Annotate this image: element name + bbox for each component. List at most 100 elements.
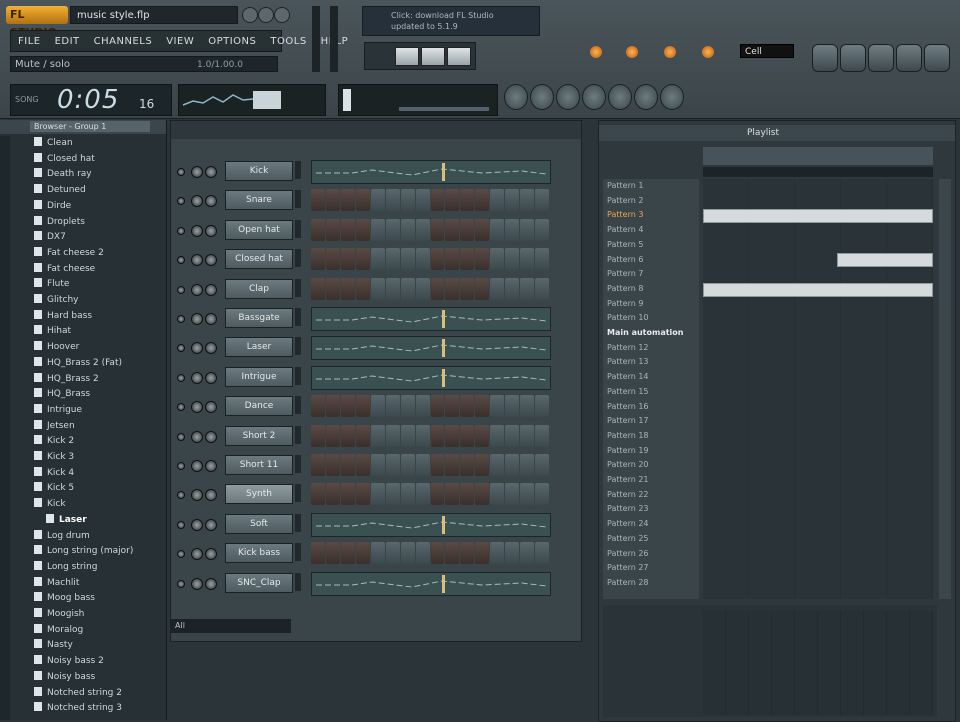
step-button[interactable] — [385, 277, 400, 300]
event-grid[interactable] — [703, 611, 933, 715]
pattern-name[interactable]: Pattern 26 — [607, 547, 649, 561]
menu-edit[interactable]: EDIT — [55, 36, 80, 47]
step-button[interactable] — [340, 218, 355, 241]
playlist-scroll-header[interactable] — [703, 147, 933, 165]
pattern-name[interactable]: Pattern 28 — [607, 576, 649, 590]
step-button[interactable] — [505, 189, 520, 212]
step-button[interactable] — [400, 395, 415, 418]
step-button[interactable] — [385, 248, 400, 271]
step-button[interactable] — [340, 248, 355, 271]
step-button[interactable] — [370, 542, 385, 565]
step-button[interactable] — [490, 542, 505, 565]
pattern-name[interactable]: Pattern 9 — [607, 297, 643, 311]
step-button[interactable] — [325, 277, 340, 300]
step-button[interactable] — [535, 277, 549, 300]
channel-mixer-track[interactable] — [295, 543, 301, 562]
step-button[interactable] — [311, 542, 325, 565]
channel-pan-knob[interactable] — [191, 401, 203, 414]
channel-pan-knob[interactable] — [191, 430, 203, 443]
channel-pan-knob[interactable] — [191, 518, 203, 531]
pattern-name[interactable]: Pattern 17 — [607, 414, 649, 428]
channel-mixer-track[interactable] — [295, 425, 301, 444]
menu-options[interactable]: OPTIONS — [208, 36, 256, 47]
step-button[interactable] — [370, 483, 385, 506]
channel-name-button[interactable]: Kick bass — [225, 543, 293, 564]
step-button[interactable] — [535, 395, 549, 418]
channel-mixer-track[interactable] — [295, 249, 301, 268]
step-button[interactable] — [400, 454, 415, 476]
step-button[interactable] — [400, 189, 415, 212]
browser-item[interactable]: Glitchy — [34, 293, 78, 308]
step-button[interactable] — [355, 248, 370, 271]
channel-led[interactable] — [177, 226, 185, 235]
step-button[interactable] — [430, 277, 445, 300]
browser-item[interactable]: Kick 3 — [34, 450, 74, 465]
step-button[interactable] — [340, 189, 355, 212]
step-button[interactable] — [535, 248, 549, 271]
step-button[interactable] — [325, 454, 340, 476]
step-button[interactable] — [430, 454, 445, 476]
channel-mixer-track[interactable] — [295, 308, 301, 326]
step-button[interactable] — [535, 189, 549, 212]
channel-vol-knob[interactable] — [205, 489, 217, 502]
step-button[interactable] — [311, 454, 325, 476]
master-volume-slider[interactable] — [312, 6, 320, 72]
pattern-name[interactable]: Pattern 18 — [607, 429, 649, 443]
step-button[interactable] — [415, 483, 430, 506]
step-button[interactable] — [490, 218, 505, 241]
step-button[interactable] — [415, 248, 430, 271]
tool-3-icon[interactable] — [556, 84, 580, 110]
step-button[interactable] — [520, 424, 535, 447]
step-button[interactable] — [311, 248, 325, 271]
pattern-name[interactable]: Pattern 19 — [607, 444, 649, 458]
channel-vol-knob[interactable] — [205, 430, 217, 443]
channel-name-button[interactable]: Dance — [225, 396, 293, 417]
step-button[interactable] — [430, 189, 445, 212]
step-button[interactable] — [415, 277, 430, 300]
master-pitch-slider[interactable] — [330, 6, 338, 72]
browser-item[interactable]: Hihat — [34, 324, 71, 339]
channel-filter[interactable]: All — [171, 619, 291, 633]
metronome-icon[interactable] — [590, 46, 602, 58]
browser-item[interactable]: Notched string 3 — [34, 701, 122, 716]
channel-vol-knob[interactable] — [205, 577, 217, 590]
tool-6-icon[interactable] — [634, 84, 658, 110]
pattern-name[interactable]: Pattern 13 — [607, 355, 649, 369]
step-button[interactable] — [490, 277, 505, 300]
channel-led[interactable] — [177, 403, 185, 412]
channel-mixer-track[interactable] — [295, 366, 301, 385]
minimize-button[interactable] — [242, 7, 258, 23]
step-button[interactable] — [475, 277, 490, 300]
channel-pan-knob[interactable] — [191, 371, 203, 384]
channel-mixer-track[interactable] — [295, 278, 301, 297]
step-button[interactable] — [445, 277, 460, 300]
step-button[interactable] — [445, 454, 460, 476]
pattern-name[interactable]: Main automation — [607, 326, 684, 340]
step-button[interactable] — [340, 277, 355, 300]
step-button[interactable] — [490, 395, 505, 418]
step-button[interactable] — [445, 424, 460, 447]
pattern-name[interactable]: Pattern 3 — [607, 208, 643, 222]
browser-title[interactable]: Browser - Group 1 — [30, 121, 150, 132]
browser-item[interactable]: Nasty — [34, 638, 73, 653]
step-button[interactable] — [385, 395, 400, 418]
piano-roll-preview[interactable] — [311, 365, 551, 390]
step-button[interactable] — [311, 218, 325, 241]
snap-selector[interactable]: Cell — [740, 44, 794, 58]
tool-2-icon[interactable] — [530, 84, 554, 110]
step-button[interactable] — [385, 542, 400, 565]
browser-item[interactable]: Flute — [34, 277, 69, 292]
step-button[interactable] — [445, 189, 460, 212]
channel-vol-knob[interactable] — [205, 224, 217, 237]
browser-item[interactable]: Dirde — [34, 199, 71, 214]
channel-vol-knob[interactable] — [205, 371, 217, 384]
step-button[interactable] — [370, 248, 385, 271]
step-button[interactable] — [370, 218, 385, 241]
browser-item[interactable]: Moogish — [34, 607, 84, 622]
browser-item[interactable]: Laser — [46, 513, 87, 528]
channel-led[interactable] — [177, 168, 185, 176]
step-button[interactable] — [370, 277, 385, 300]
browser-item[interactable]: Long string (major) — [34, 544, 133, 559]
update-hint[interactable]: Click: download FL Studio updated to 5.1… — [362, 6, 540, 36]
pattern-clip[interactable] — [837, 253, 933, 267]
